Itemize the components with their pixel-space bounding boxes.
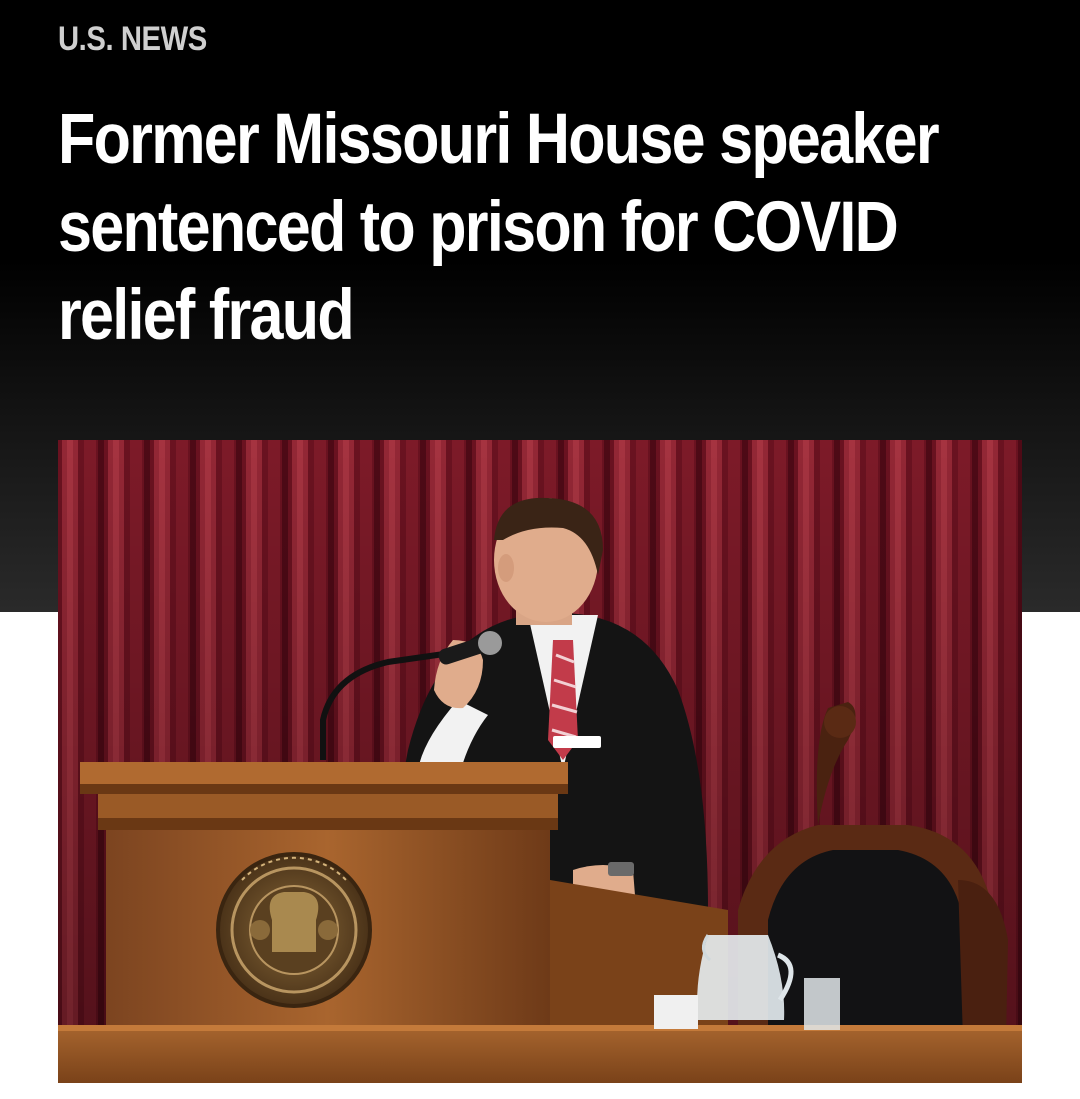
article-photo[interactable] [58, 440, 1022, 1083]
section-label[interactable]: U.S. NEWS [58, 20, 207, 59]
article-headline[interactable]: Former Missouri House speaker sentenced … [58, 96, 1030, 360]
state-seal [216, 852, 372, 1008]
